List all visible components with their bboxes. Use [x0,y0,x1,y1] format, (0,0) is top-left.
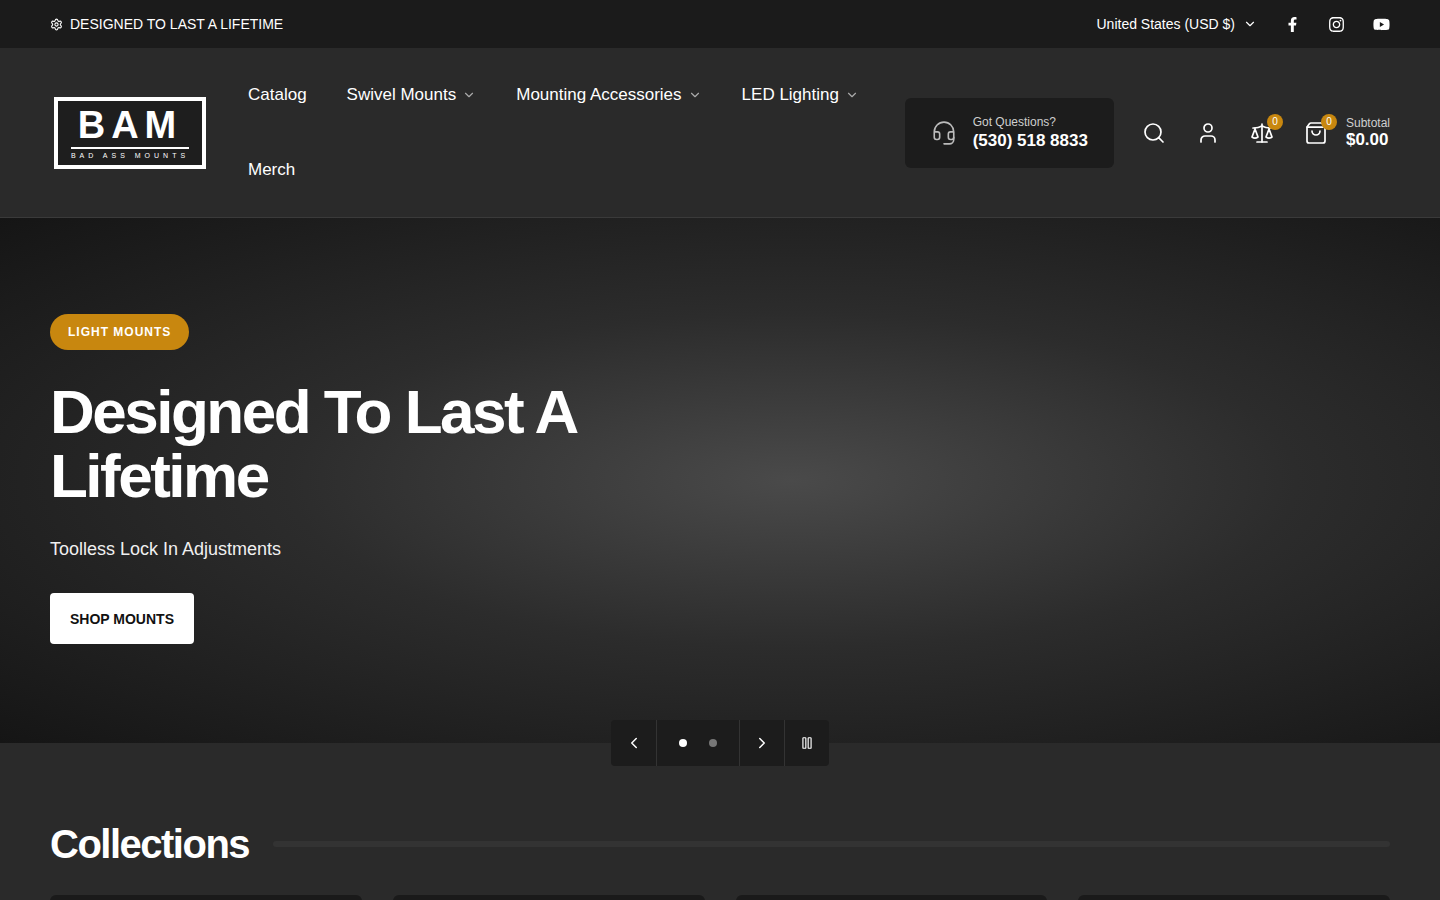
nav-item[interactable]: Merch [248,133,295,208]
compare-badge: 0 [1267,114,1283,130]
account-icon[interactable] [1196,121,1220,145]
pause-icon [800,736,814,750]
site-header: BAM BAD ASS MOUNTS Catalog Swivel Mounts Mou… [0,48,1440,218]
chevron-left-icon [625,734,643,752]
chevron-down-icon [462,88,476,102]
cart-badge: 0 [1321,114,1337,130]
currency-selector[interactable]: United States (USD $) [1097,16,1258,32]
logo-tagline: BAD ASS MOUNTS [71,147,189,159]
announcement-text: DESIGNED TO LAST A LIFETIME [70,16,283,32]
nav-item[interactable]: Mounting Accessories [516,58,701,133]
collection-card[interactable] [736,895,1048,900]
contact-box[interactable]: Got Questions? (530) 518 8833 [905,98,1114,168]
logo-mark: BAM [78,106,183,144]
contact-label: Got Questions? [973,115,1088,129]
chevron-down-icon [688,88,702,102]
facebook-icon[interactable] [1285,17,1300,32]
collection-card[interactable] [1078,895,1390,900]
nav-item[interactable]: Swivel Mounts [347,58,477,133]
hero-subtitle: Toolless Lock In Adjustments [50,539,1390,560]
collection-card[interactable] [393,895,705,900]
nav-item[interactable]: LED Lighting [742,58,859,133]
slider-controls [611,720,829,766]
cart-label: Subtotal [1346,116,1390,130]
gear-icon [50,18,63,31]
instagram-icon[interactable] [1328,16,1345,33]
collection-card[interactable] [50,895,362,900]
chevron-down-icon [1243,17,1257,31]
announcement-bar: DESIGNED TO LAST A LIFETIME United States… [0,0,1440,48]
logo[interactable]: BAM BAD ASS MOUNTS [54,97,206,169]
slider-dot[interactable] [709,739,717,747]
slider-dot[interactable] [679,739,687,747]
prev-button[interactable] [611,720,656,766]
pause-button[interactable] [784,720,829,766]
collections-section: Collections [0,743,1440,900]
cart-amount: $0.00 [1346,130,1390,150]
compare-icon[interactable]: 0 [1250,121,1274,145]
section-rule [273,841,1390,847]
cart[interactable]: 0 Subtotal$0.00 [1304,116,1390,150]
nav-item[interactable]: Catalog [248,58,307,133]
shop-button[interactable]: SHOP MOUNTS [50,593,194,644]
hero-slide: LIGHT MOUNTS Designed To Last A Lifetime T… [0,218,1440,743]
main-nav: Catalog Swivel Mounts Mounting Accessories… [248,58,868,208]
hero-tag: LIGHT MOUNTS [50,314,189,350]
cart-icon[interactable]: 0 [1304,121,1328,145]
youtube-icon[interactable] [1373,16,1390,33]
section-title: Collections [50,821,249,867]
next-button[interactable] [739,720,784,766]
hero-title: Designed To Last A Lifetime [50,380,610,508]
headset-icon [931,120,957,146]
chevron-down-icon [845,88,859,102]
contact-phone: (530) 518 8833 [973,131,1088,151]
search-icon[interactable] [1142,121,1166,145]
chevron-right-icon [753,734,771,752]
